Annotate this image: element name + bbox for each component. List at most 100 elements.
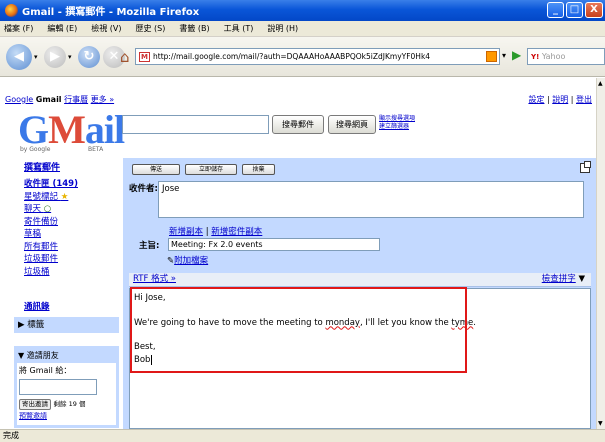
back-dropdown-icon[interactable]: ▾ (34, 53, 38, 61)
menu-file[interactable]: 檔案 (F) (4, 23, 33, 34)
search-engine-box[interactable]: Y! Yahoo (527, 48, 605, 65)
account-links: 設定 | 說明 | 登出 (528, 95, 592, 104)
invite-box: ▼ 邀請朋友 將 Gmail 給： 寄出邀請 剩餘 19 個 預覽邀請 (14, 346, 119, 428)
labels-title: 標籤 (27, 320, 45, 330)
send-button[interactable]: 傳送 (132, 164, 180, 175)
to-label: 收件者: (129, 184, 158, 194)
search-web-button[interactable]: 搜尋網頁 (328, 115, 376, 134)
popout-window-icon[interactable] (580, 161, 591, 173)
address-bar[interactable]: M http://mail.google.com/mail/?auth=DQAA… (135, 48, 500, 65)
mailbox-nav: 收件匣 (149) 星號標記 ★ 聊天 ○ 寄件備份 草稿 所有郵件 垃圾郵件 … (24, 178, 78, 278)
nav-starred[interactable]: 星號標記 ★ (24, 191, 78, 204)
help-link[interactable]: 說明 (552, 95, 568, 104)
subject-label: 主旨: (139, 241, 160, 251)
firefox-icon (5, 4, 18, 17)
signout-link[interactable]: 登出 (576, 95, 592, 104)
invite-prompt: 將 Gmail 給： (19, 366, 72, 375)
yahoo-icon: Y! (531, 53, 540, 61)
status-bar: 完成 (0, 429, 605, 442)
invite-panel: 將 Gmail 給： 寄出邀請 剩餘 19 個 預覽邀請 (17, 363, 116, 425)
home-icon[interactable]: ⌂ (120, 48, 130, 66)
scroll-down-icon[interactable]: ▼ (598, 420, 603, 427)
logo-beta: BETA (88, 146, 104, 153)
attach-file-row: ✎附加檔案 (167, 254, 208, 266)
more-link[interactable]: 更多 » (91, 95, 114, 104)
google-link[interactable]: Google (5, 95, 33, 104)
url-dropdown-icon[interactable]: ▾ (502, 51, 506, 60)
mail-search-input[interactable] (122, 115, 269, 134)
menu-history[interactable]: 歷史 (S) (136, 23, 166, 34)
nav-starred-label: 星號標記 (24, 191, 59, 202)
chat-bubble-icon: ○ (43, 204, 52, 214)
save-now-button[interactable]: 立即儲存 (185, 164, 237, 175)
close-button[interactable]: X (585, 2, 603, 18)
nav-all-mail[interactable]: 所有郵件 (24, 241, 78, 254)
add-bcc-link[interactable]: 新增密件副本 (211, 227, 262, 237)
nav-drafts[interactable]: 草稿 (24, 228, 78, 241)
menu-bookmarks[interactable]: 書籤 (B) (179, 23, 209, 34)
invite-title: 邀請朋友 (26, 351, 59, 360)
google-top-links: Google Gmail 行事曆 更多 » (5, 94, 114, 105)
rss-feed-icon[interactable] (486, 51, 497, 62)
maximize-button[interactable]: □ (566, 2, 583, 18)
calendar-link[interactable]: 行事曆 (64, 95, 88, 104)
title-bar: Gmail - 撰寫郵件 - Mozilla Firefox _ □ X (0, 0, 605, 21)
subject-field[interactable]: Meeting: Fx 2.0 events (168, 238, 380, 251)
compose-mail-link[interactable]: 撰寫郵件 (24, 160, 60, 173)
logo-by-google: by Google (20, 146, 51, 153)
nav-trash[interactable]: 垃圾桶 (24, 266, 78, 279)
nav-spam[interactable]: 垃圾郵件 (24, 253, 78, 266)
show-search-options-link[interactable]: 顯示搜尋選項 (379, 115, 415, 122)
spellcheck-control[interactable]: 檢查拼字 ▼ (542, 273, 585, 286)
settings-link[interactable]: 設定 (528, 95, 544, 104)
menu-tools[interactable]: 工具 (T) (224, 23, 254, 34)
create-filter-link[interactable]: 建立篩選器 (379, 123, 409, 130)
menu-view[interactable]: 檢視 (V) (91, 23, 121, 34)
search-mail-button[interactable]: 搜尋郵件 (272, 115, 324, 134)
logo-m: M (48, 107, 86, 152)
menu-edit[interactable]: 編輯 (E) (47, 23, 77, 34)
discard-button[interactable]: 捨棄 (242, 164, 275, 175)
go-icon[interactable]: ▶ (512, 48, 521, 62)
nav-sent[interactable]: 寄件備份 (24, 216, 78, 229)
menu-bar: 檔案 (F) 編輯 (E) 檢視 (V) 歷史 (S) 書籤 (B) 工具 (T… (0, 21, 605, 37)
star-icon: ★ (60, 191, 69, 202)
contacts-link[interactable]: 通訊錄 (24, 300, 50, 312)
triangle-down-icon[interactable]: ▼ (18, 351, 24, 360)
window-title: Gmail - 撰寫郵件 - Mozilla Firefox (22, 7, 200, 18)
menu-help[interactable]: 說明 (H) (267, 23, 298, 34)
body-text-segment: . (473, 317, 476, 328)
spellcheck-link[interactable]: 檢查拼字 (542, 274, 576, 284)
spellcheck-dropdown-icon[interactable]: ▼ (578, 274, 585, 284)
page-scrollbar[interactable]: ▲ ▼ (596, 78, 605, 429)
nav-chat-label: 聊天 (24, 204, 42, 214)
minimize-button[interactable]: _ (547, 2, 564, 18)
scroll-up-icon[interactable]: ▲ (598, 80, 603, 87)
rich-text-link[interactable]: RTF 格式 » (133, 274, 176, 284)
navigation-toolbar: ◀ ▾ ▶ ▾ ↻ ✕ ⌂ M http://mail.google.com/m… (0, 37, 605, 77)
send-invite-button[interactable]: 寄出邀請 (19, 399, 51, 410)
gmail-favicon-icon: M (139, 51, 150, 62)
nav-chat[interactable]: 聊天 ○ (24, 203, 78, 216)
page-viewport: Google Gmail 行事曆 更多 » 設定 | 說明 | 登出 GMail… (0, 78, 596, 429)
compose-panel: 傳送 立即儲存 捨棄 收件者: Jose 新增副本 | 新增密件副本 主旨: M… (123, 158, 596, 429)
forward-arrow-icon[interactable]: ▶ (44, 46, 66, 68)
triangle-right-icon: ▶ (18, 320, 25, 330)
labels-box[interactable]: ▶ 標籤 (14, 317, 119, 333)
back-arrow-icon[interactable]: ◀ (6, 44, 32, 70)
gmail-logo[interactable]: GMail by Google BETA (18, 106, 125, 154)
preview-invite-link[interactable]: 預覽邀請 (19, 412, 47, 420)
invite-email-input[interactable] (19, 379, 97, 395)
url-text: http://mail.google.com/mail/?auth=DQAAAH… (153, 52, 431, 61)
nav-inbox[interactable]: 收件匣 (149) (24, 178, 78, 191)
gmail-current: Gmail (35, 95, 62, 104)
highlight-annotation (130, 287, 467, 373)
add-cc-link[interactable]: 新增副本 (169, 227, 203, 237)
cc-links: 新增副本 | 新增密件副本 (169, 227, 263, 237)
reload-icon[interactable]: ↻ (78, 46, 100, 68)
search-placeholder: Yahoo (541, 52, 566, 61)
attach-file-link[interactable]: 附加檔案 (174, 256, 208, 266)
search-option-links: 顯示搜尋選項 建立篩選器 (379, 115, 415, 131)
to-field[interactable]: Jose (158, 181, 584, 218)
forward-dropdown-icon[interactable]: ▾ (68, 53, 72, 61)
